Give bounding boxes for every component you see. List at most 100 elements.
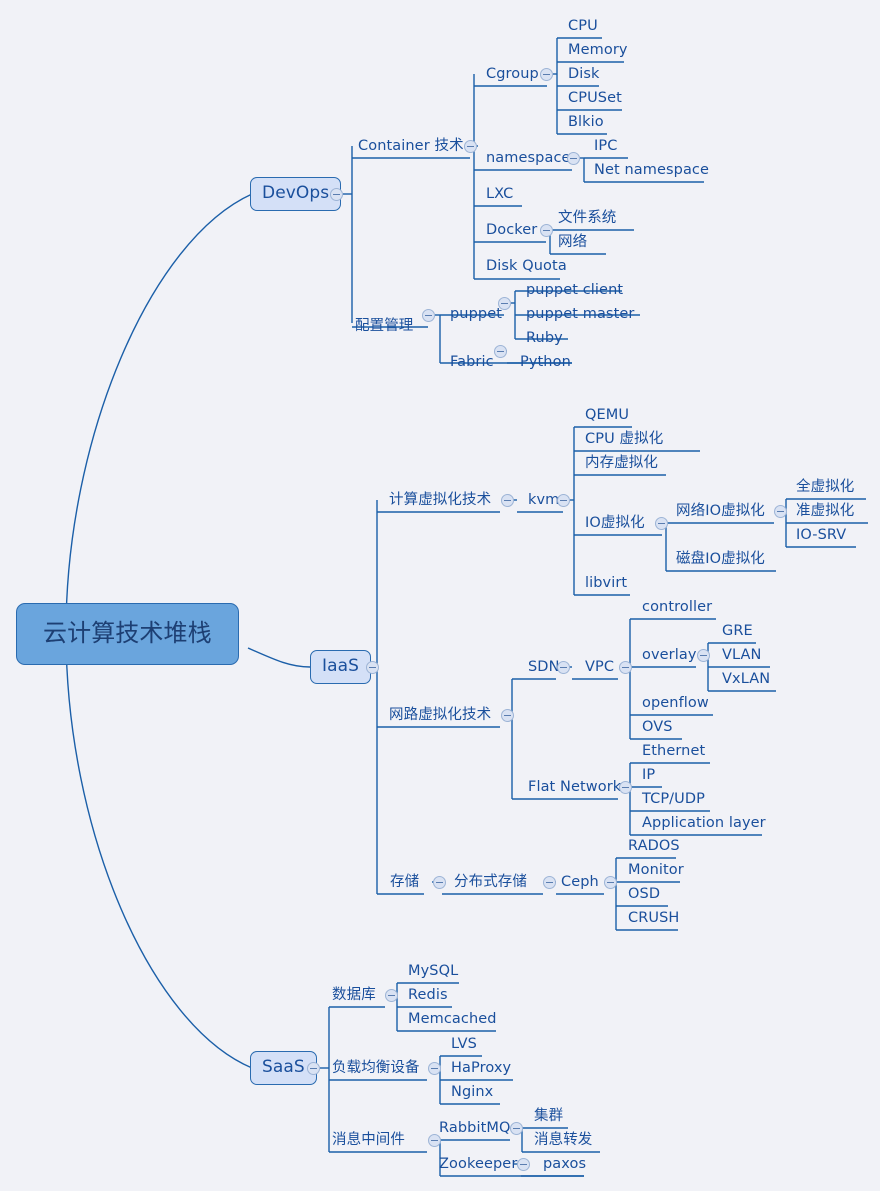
node-message-forward[interactable]: 消息转发 — [532, 1133, 594, 1150]
node-memcached[interactable]: Memcached — [406, 1012, 499, 1029]
collapse-icon-config-management[interactable] — [422, 309, 435, 322]
node-monitor[interactable]: Monitor — [626, 863, 686, 880]
node-network-cn[interactable]: 网络 — [556, 235, 589, 252]
collapse-icon-saas[interactable] — [307, 1062, 320, 1075]
node-puppet[interactable]: puppet — [448, 307, 504, 324]
node-io-srv[interactable]: IO-SRV — [794, 528, 848, 545]
node-ip[interactable]: IP — [640, 768, 657, 785]
collapse-icon-io-virtualization[interactable] — [655, 517, 668, 530]
node-message-middleware[interactable]: 消息中间件 — [330, 1133, 407, 1150]
node-ovs[interactable]: OVS — [640, 720, 675, 737]
node-cpuset[interactable]: CPUSet — [566, 91, 624, 108]
node-vpc[interactable]: VPC — [583, 660, 616, 677]
collapse-icon-container-tech[interactable] — [464, 140, 477, 153]
node-memory-virtualization[interactable]: 内存虚拟化 — [583, 456, 660, 473]
branch-devops[interactable]: DevOps — [250, 177, 342, 211]
node-config-management[interactable]: 配置管理 — [353, 319, 415, 336]
node-para-virtualization[interactable]: 准虚拟化 — [794, 504, 856, 521]
node-libvirt[interactable]: libvirt — [583, 576, 629, 593]
collapse-icon-iaas[interactable] — [366, 661, 379, 674]
node-puppet-master[interactable]: puppet master — [524, 307, 636, 324]
node-redis[interactable]: Redis — [406, 988, 450, 1005]
node-ruby[interactable]: Ruby — [524, 331, 565, 348]
node-cpu-virtualization[interactable]: CPU 虚拟化 — [583, 432, 665, 449]
node-python[interactable]: Python — [518, 355, 573, 372]
node-crush[interactable]: CRUSH — [626, 911, 681, 928]
node-full-virtualization[interactable]: 全虚拟化 — [794, 480, 856, 497]
node-lvs[interactable]: LVS — [449, 1037, 479, 1054]
node-load-balancer[interactable]: 负载均衡设备 — [330, 1061, 422, 1078]
node-filesystem[interactable]: 文件系统 — [556, 211, 618, 228]
collapse-icon-distributed-storage[interactable] — [543, 876, 556, 889]
collapse-icon-storage[interactable] — [433, 876, 446, 889]
collapse-icon-overlay[interactable] — [697, 649, 710, 662]
node-disk[interactable]: Disk — [566, 67, 602, 84]
node-cpu[interactable]: CPU — [566, 19, 600, 36]
node-database[interactable]: 数据库 — [330, 988, 378, 1005]
node-rados[interactable]: RADOS — [626, 839, 682, 856]
node-network-io-virtualization[interactable]: 网络IO虚拟化 — [674, 504, 767, 521]
node-fabric[interactable]: Fabric — [448, 355, 496, 372]
collapse-icon-namespace[interactable] — [567, 152, 580, 165]
node-config-management-label: 配置管理 — [355, 318, 414, 334]
collapse-icon-devops[interactable] — [330, 188, 343, 201]
node-disk-quota[interactable]: Disk Quota — [484, 259, 569, 276]
node-mysql[interactable]: MySQL — [406, 964, 460, 981]
node-rabbitmq[interactable]: RabbitMQ — [437, 1121, 513, 1138]
collapse-icon-vpc[interactable] — [619, 661, 632, 674]
collapse-icon-network-io-virtualization[interactable] — [774, 505, 787, 518]
node-ethernet[interactable]: Ethernet — [640, 744, 707, 761]
node-ceph[interactable]: Ceph — [559, 875, 601, 892]
node-net-namespace[interactable]: Net namespace — [592, 163, 711, 180]
node-disk-io-virtualization[interactable]: 磁盘IO虚拟化 — [674, 552, 767, 569]
node-namespace[interactable]: namespace — [484, 151, 573, 168]
collapse-icon-sdn[interactable] — [557, 661, 570, 674]
node-osd[interactable]: OSD — [626, 887, 662, 904]
collapse-icon-load-balancer[interactable] — [428, 1062, 441, 1075]
node-zookeeper[interactable]: Zookeeper — [437, 1157, 519, 1174]
collapse-icon-compute-virtualization[interactable] — [501, 494, 514, 507]
node-network-virtualization[interactable]: 网路虚拟化技术 — [387, 708, 493, 725]
collapse-icon-zookeeper[interactable] — [517, 1158, 530, 1171]
collapse-icon-docker[interactable] — [540, 224, 553, 237]
node-openflow[interactable]: openflow — [640, 696, 711, 713]
node-vxlan[interactable]: VxLAN — [720, 672, 772, 689]
collapse-icon-flat-network[interactable] — [619, 781, 632, 794]
collapse-icon-database[interactable] — [385, 989, 398, 1002]
node-compute-virtualization[interactable]: 计算虚拟化技术 — [387, 493, 493, 510]
node-lxc[interactable]: LXC — [484, 187, 515, 204]
node-cluster[interactable]: 集群 — [532, 1109, 565, 1126]
collapse-icon-kvm[interactable] — [557, 494, 570, 507]
node-ceph-label: Ceph — [561, 874, 599, 890]
root-node[interactable]: 云计算技术堆栈 — [16, 603, 239, 665]
node-puppet-client[interactable]: puppet client — [524, 283, 625, 300]
collapse-icon-puppet[interactable] — [498, 297, 511, 310]
node-controller[interactable]: controller — [640, 600, 714, 617]
node-haproxy[interactable]: HaProxy — [449, 1061, 513, 1078]
collapse-icon-rabbitmq[interactable] — [510, 1122, 523, 1135]
node-nginx[interactable]: Nginx — [449, 1085, 495, 1102]
branch-iaas[interactable]: IaaS — [310, 650, 372, 684]
node-vlan[interactable]: VLAN — [720, 648, 764, 665]
node-cgroup[interactable]: Cgroup — [484, 67, 541, 84]
node-io-virtualization[interactable]: IO虚拟化 — [583, 516, 647, 533]
collapse-icon-network-virtualization[interactable] — [501, 709, 514, 722]
node-qemu[interactable]: QEMU — [583, 408, 631, 425]
collapse-icon-ceph[interactable] — [604, 876, 617, 889]
node-overlay[interactable]: overlay — [640, 648, 699, 665]
node-gre[interactable]: GRE — [720, 624, 755, 641]
node-ipc[interactable]: IPC — [592, 139, 619, 156]
node-application-layer[interactable]: Application layer — [640, 816, 768, 833]
node-docker[interactable]: Docker — [484, 223, 539, 240]
collapse-icon-cgroup[interactable] — [540, 68, 553, 81]
node-flat-network[interactable]: Flat Network — [526, 780, 623, 797]
node-memory[interactable]: Memory — [566, 43, 630, 60]
collapse-icon-fabric[interactable] — [494, 345, 507, 358]
node-python-label: Python — [520, 354, 571, 370]
node-paxos[interactable]: paxos — [541, 1157, 588, 1174]
node-storage[interactable]: 存储 — [388, 875, 421, 892]
node-container-tech[interactable]: Container 技术 — [356, 139, 466, 156]
node-blkio[interactable]: Blkio — [566, 115, 606, 132]
node-distributed-storage[interactable]: 分布式存储 — [452, 875, 529, 892]
node-tcp-udp[interactable]: TCP/UDP — [640, 792, 707, 809]
